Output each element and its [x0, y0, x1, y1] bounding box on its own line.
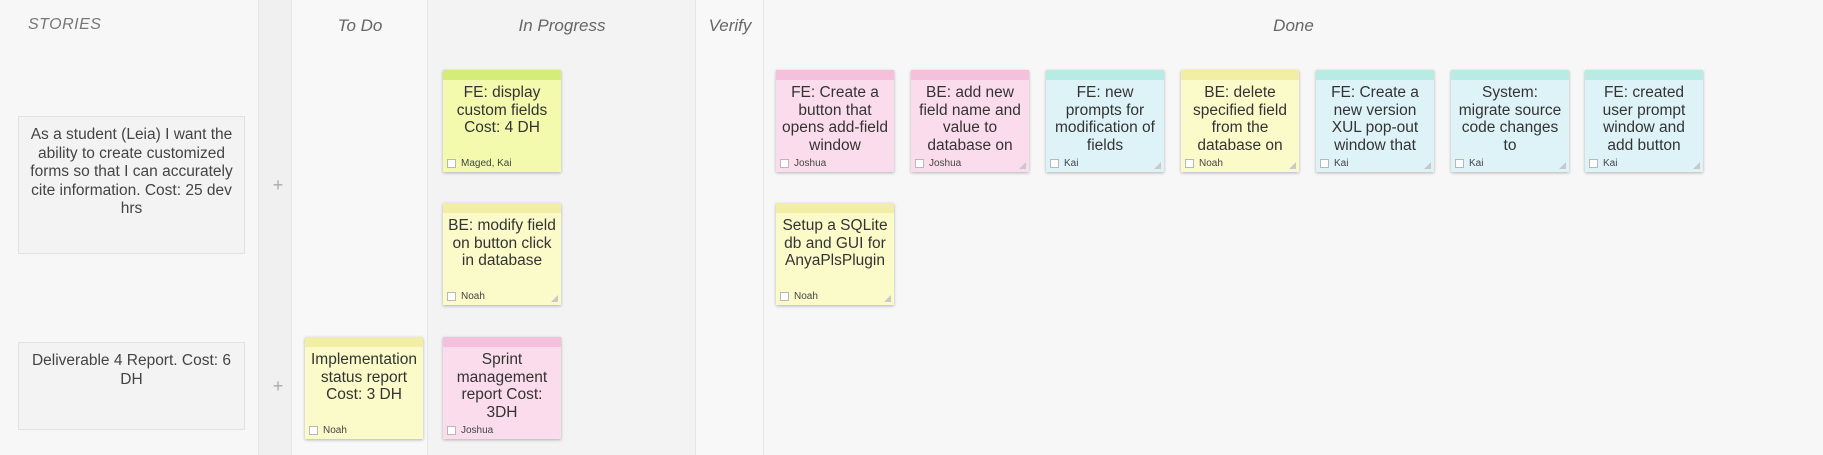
- owner-name: Joshua: [461, 425, 494, 436]
- task-text: FE: Create a new version XUL pop-out win…: [1331, 84, 1419, 154]
- owner-name: Noah: [794, 291, 818, 302]
- card-color-strip: [911, 70, 1029, 80]
- task-owner: Maged, Kai: [447, 158, 512, 169]
- task-card[interactable]: Setup a SQLite db and GUI for AnyaPlsPlu…: [776, 203, 894, 305]
- task-card[interactable]: FE: Create a button that opens add-field…: [776, 70, 894, 172]
- owner-name: Kai: [1603, 158, 1618, 169]
- card-color-strip: [305, 337, 423, 347]
- story-text: As a student (Leia) I want the ability t…: [30, 126, 233, 217]
- checkbox-icon[interactable]: [1320, 158, 1329, 168]
- checkbox-icon[interactable]: [1589, 158, 1598, 168]
- verify-header: Verify: [708, 16, 752, 35]
- task-owner: Kai: [1050, 158, 1078, 169]
- task-owner: Joshua: [780, 158, 826, 169]
- owner-name: Kai: [1469, 158, 1484, 169]
- resize-handle-icon[interactable]: [1019, 162, 1026, 169]
- owner-name: Noah: [461, 291, 485, 302]
- task-text: Implementation status report Cost: 3 DH: [311, 351, 417, 403]
- checkbox-icon[interactable]: [309, 425, 318, 435]
- owner-name: Kai: [1334, 158, 1349, 169]
- resize-handle-icon[interactable]: [1154, 162, 1161, 169]
- card-color-strip: [443, 203, 561, 213]
- resize-handle-icon[interactable]: [1289, 162, 1296, 169]
- card-color-strip: [443, 70, 561, 80]
- checkbox-icon[interactable]: [447, 158, 456, 168]
- checkbox-icon[interactable]: [1455, 158, 1464, 168]
- checkbox-icon[interactable]: [1050, 158, 1059, 168]
- owner-name: Noah: [1199, 158, 1223, 169]
- task-text: BE: modify field on button click in data…: [448, 217, 556, 269]
- task-card[interactable]: Implementation status report Cost: 3 DH …: [305, 337, 423, 439]
- task-text: FE: new prompts for modification of fiel…: [1055, 84, 1155, 154]
- checkbox-icon[interactable]: [915, 158, 924, 168]
- card-color-strip: [1585, 70, 1703, 80]
- owner-name: Noah: [323, 425, 347, 436]
- task-card[interactable]: FE: Create a new version XUL pop-out win…: [1316, 70, 1434, 172]
- task-card[interactable]: FE: created user prompt window and add b…: [1585, 70, 1703, 172]
- checkbox-icon[interactable]: [780, 158, 789, 168]
- task-card[interactable]: System: migrate source code changes to K…: [1451, 70, 1569, 172]
- task-owner: Noah: [780, 291, 818, 302]
- task-owner: Noah: [1185, 158, 1223, 169]
- resize-handle-icon[interactable]: [1559, 162, 1566, 169]
- in-progress-header: In Progress: [518, 16, 606, 35]
- task-card[interactable]: FE: new prompts for modification of fiel…: [1046, 70, 1164, 172]
- checkbox-icon[interactable]: [447, 291, 456, 301]
- task-text: System: migrate source code changes to: [1458, 84, 1562, 154]
- task-text: BE: add new field name and value to data…: [919, 84, 1021, 154]
- task-text: FE: created user prompt window and add b…: [1602, 84, 1686, 154]
- task-owner: Kai: [1589, 158, 1617, 169]
- task-card[interactable]: BE: add new field name and value to data…: [911, 70, 1029, 172]
- todo-header: To Do: [337, 16, 383, 35]
- stories-header: STORIES: [28, 16, 102, 33]
- resize-handle-icon[interactable]: [551, 295, 558, 302]
- owner-name: Maged, Kai: [461, 158, 512, 169]
- done-header: Done: [1273, 16, 1314, 35]
- task-owner: Joshua: [447, 425, 493, 436]
- story-card[interactable]: Deliverable 4 Report. Cost: 6 DH: [18, 342, 245, 430]
- card-color-strip: [1181, 70, 1299, 80]
- checkbox-icon[interactable]: [1185, 158, 1194, 168]
- task-text: Sprint management report Cost: 3DH: [456, 351, 548, 421]
- add-task-button[interactable]: +: [271, 376, 285, 397]
- task-owner: Joshua: [915, 158, 961, 169]
- task-owner: Kai: [1320, 158, 1348, 169]
- task-text: FE: display custom fields Cost: 4 DH: [456, 84, 548, 136]
- task-card[interactable]: BE: delete specified field from the data…: [1181, 70, 1299, 172]
- task-card[interactable]: BE: modify field on button click in data…: [443, 203, 561, 305]
- card-color-strip: [1451, 70, 1569, 80]
- task-owner: Kai: [1455, 158, 1483, 169]
- card-color-strip: [776, 203, 894, 213]
- resize-handle-icon[interactable]: [1424, 162, 1431, 169]
- task-owner: Noah: [309, 425, 347, 436]
- task-card[interactable]: Sprint management report Cost: 3DH Joshu…: [443, 337, 561, 439]
- task-text: FE: Create a button that opens add-field…: [782, 84, 888, 154]
- card-color-strip: [1316, 70, 1434, 80]
- story-card[interactable]: As a student (Leia) I want the ability t…: [18, 116, 245, 254]
- done-column: Done: [764, 0, 1823, 455]
- checkbox-icon[interactable]: [780, 291, 789, 301]
- card-color-strip: [443, 337, 561, 347]
- task-text: BE: delete specified field from the data…: [1193, 84, 1287, 154]
- task-owner: Noah: [447, 291, 485, 302]
- card-color-strip: [1046, 70, 1164, 80]
- owner-name: Kai: [1064, 158, 1079, 169]
- card-color-strip: [776, 70, 894, 80]
- owner-name: Joshua: [794, 158, 827, 169]
- task-text: Setup a SQLite db and GUI for AnyaPlsPlu…: [782, 217, 888, 269]
- story-text: Deliverable 4 Report. Cost: 6 DH: [31, 352, 231, 388]
- checkbox-icon[interactable]: [447, 425, 456, 435]
- resize-handle-icon[interactable]: [884, 295, 891, 302]
- task-card[interactable]: FE: display custom fields Cost: 4 DH Mag…: [443, 70, 561, 172]
- resize-handle-icon[interactable]: [1693, 162, 1700, 169]
- verify-column: Verify: [696, 0, 764, 455]
- owner-name: Joshua: [929, 158, 962, 169]
- add-task-button[interactable]: +: [271, 175, 285, 196]
